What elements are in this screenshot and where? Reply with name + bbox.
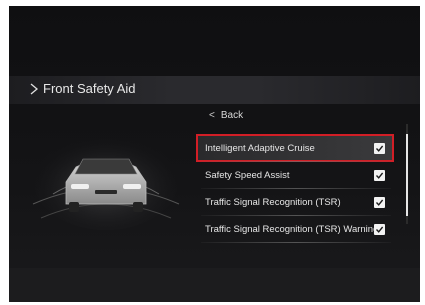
- checkbox-checked-icon[interactable]: [374, 197, 385, 208]
- checkbox-checked-icon[interactable]: [374, 143, 385, 154]
- page-title: Front Safety Aid: [43, 81, 136, 96]
- menu-item-tsr-warning[interactable]: Traffic Signal Recognition (TSR) Warning: [197, 216, 393, 242]
- section-header: Front Safety Aid: [9, 76, 420, 104]
- footer-bar: [9, 268, 420, 302]
- infotainment-screen: Front Safety Aid < Back Intelligent Adap…: [9, 6, 420, 302]
- menu-item-tsr[interactable]: Traffic Signal Recognition (TSR): [197, 189, 393, 215]
- menu-item-label: Safety Speed Assist: [205, 170, 290, 181]
- menu-item-label: Traffic Signal Recognition (TSR): [205, 197, 341, 208]
- menu-item-label: Traffic Signal Recognition (TSR) Warning: [205, 224, 379, 235]
- checkbox-checked-icon[interactable]: [374, 170, 385, 181]
- checkbox-checked-icon[interactable]: [374, 224, 385, 235]
- divider: [201, 242, 391, 243]
- back-button[interactable]: < Back: [209, 110, 243, 121]
- chevron-left-icon: <: [209, 110, 215, 121]
- back-label: Back: [220, 110, 244, 121]
- scrollbar-thumb[interactable]: [406, 134, 408, 216]
- menu-item-intelligent-adaptive-cruise[interactable]: Intelligent Adaptive Cruise: [196, 134, 394, 162]
- menu-item-label: Intelligent Adaptive Cruise: [205, 143, 315, 154]
- chevron-right-icon: [30, 83, 39, 95]
- car-illustration: [32, 134, 180, 230]
- menu-item-safety-speed-assist[interactable]: Safety Speed Assist: [197, 162, 393, 188]
